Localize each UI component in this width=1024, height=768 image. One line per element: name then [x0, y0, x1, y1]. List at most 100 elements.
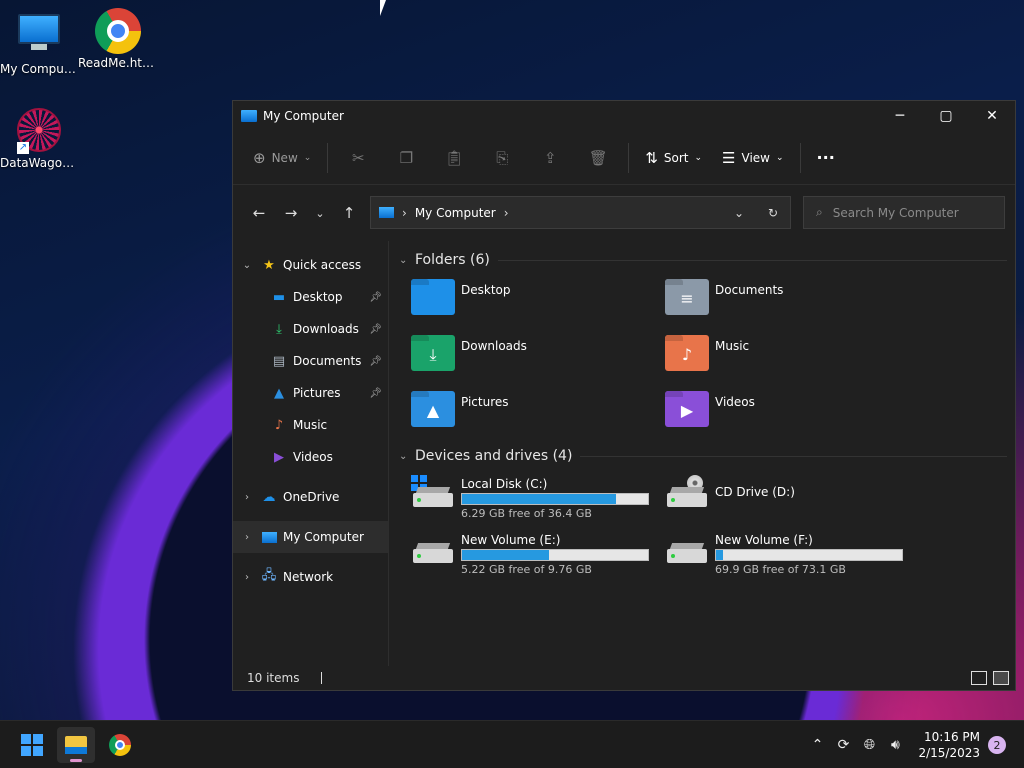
notification-badge[interactable]: 2	[988, 736, 1006, 754]
trash-icon: 🗑︎	[588, 148, 608, 167]
monitor-icon	[379, 207, 394, 218]
folder-item-videos[interactable]: ▶ Videos	[665, 391, 919, 435]
drive-item-e[interactable]: New Volume (E:) 5.22 GB free of 9.76 GB	[411, 531, 665, 576]
monitor-icon	[17, 14, 61, 58]
folder-name: Videos	[715, 395, 755, 409]
chevron-down-icon: ⌄	[399, 254, 408, 266]
sidebar-item-downloads[interactable]: ⤓ Downloads 📌︎	[233, 313, 388, 345]
breadcrumb[interactable]: My Computer	[415, 206, 496, 220]
sidebar-item-label: OneDrive	[283, 490, 340, 504]
sidebar-item-network[interactable]: › 🖧︎ Network	[233, 561, 388, 593]
address-bar[interactable]: › My Computer › ⌄ ↻	[370, 196, 791, 229]
refresh-button[interactable]: ↻	[756, 206, 790, 220]
clock[interactable]: 10:16 PM 2/15/2023	[918, 729, 980, 761]
chevron-down-icon[interactable]: ⌄	[233, 260, 261, 271]
show-hidden-icons-button[interactable]: ⌃	[804, 737, 830, 753]
sidebar-item-documents[interactable]: ▤ Documents 📌︎	[233, 345, 388, 377]
desktop-icon-my-computer[interactable]: My Computer	[0, 10, 78, 76]
clock-date: 2/15/2023	[918, 746, 980, 760]
address-dropdown-button[interactable]: ⌄	[722, 206, 756, 220]
pin-icon: 📌︎	[369, 291, 382, 303]
new-button[interactable]: ⊕ New ⌄	[243, 142, 321, 174]
sync-icon[interactable]: ⟳	[830, 737, 856, 753]
taskbar-file-explorer[interactable]	[57, 727, 95, 763]
view-button[interactable]: ☰ View ⌄	[712, 142, 793, 174]
new-label: New	[271, 150, 298, 165]
sidebar-item-my-computer[interactable]: › My Computer	[233, 521, 388, 553]
chevron-down-icon: ⌄	[303, 152, 312, 163]
taskbar: ⌃ ⟳ 🌐︎ 🔊︎ 10:16 PM 2/15/2023 2	[0, 720, 1024, 768]
delete-button[interactable]: 🗑︎	[574, 142, 622, 174]
back-button[interactable]: ←	[243, 198, 275, 228]
clock-time: 10:16 PM	[924, 730, 980, 744]
share-icon: ⇪	[544, 148, 557, 167]
drive-item-c[interactable]: Local Disk (C:) 6.29 GB free of 36.4 GB	[411, 475, 665, 520]
folder-documents-icon: ≡	[665, 279, 709, 315]
chevron-down-icon: ⌄	[315, 206, 325, 220]
view-label: View	[741, 150, 770, 165]
drive-usage-bar	[715, 549, 903, 561]
windows-logo-icon	[21, 734, 43, 756]
folder-item-desktop[interactable]: Desktop	[411, 279, 665, 323]
group-title: Devices and drives (4)	[415, 448, 573, 464]
sidebar-item-videos[interactable]: ▶ Videos	[233, 441, 388, 473]
maximize-button[interactable]: ▢	[923, 101, 969, 131]
sidebar-item-label: Documents	[293, 354, 362, 368]
folder-item-downloads[interactable]: ⤓ Downloads	[411, 335, 665, 379]
more-options-button[interactable]: ···	[807, 142, 845, 174]
sidebar-item-pictures[interactable]: ▲ Pictures 📌︎	[233, 377, 388, 409]
recent-locations-button[interactable]: ⌄	[307, 198, 333, 228]
share-button[interactable]: ⇪	[526, 142, 574, 174]
minimize-button[interactable]: ─	[877, 101, 923, 131]
search-box[interactable]: ⌕	[803, 196, 1005, 229]
close-button[interactable]: ✕	[969, 101, 1015, 131]
file-explorer-icon	[65, 736, 87, 754]
chevron-right-icon[interactable]: ›	[233, 572, 261, 583]
folder-desktop-icon	[411, 279, 455, 315]
music-icon: ♪	[274, 417, 284, 433]
chevron-down-icon: ⌄	[694, 152, 703, 163]
search-input[interactable]	[832, 205, 993, 220]
desktop-icon-label: ReadMe.html	[78, 56, 156, 70]
drive-item-d[interactable]: CD Drive (D:)	[665, 475, 919, 519]
copy-button[interactable]: ❐	[382, 142, 430, 174]
title-bar[interactable]: My Computer ─ ▢ ✕	[233, 101, 1015, 131]
chevron-right-icon[interactable]: ›	[233, 532, 261, 543]
drives-group-header[interactable]: ⌄ Devices and drives (4)	[399, 445, 1007, 467]
desktop-icon-datawagon[interactable]: ↗ DataWagon...	[0, 108, 78, 170]
drive-item-f[interactable]: New Volume (F:) 69.9 GB free of 73.1 GB	[665, 531, 919, 576]
monitor-icon	[261, 529, 277, 545]
sidebar-item-label: Pictures	[293, 386, 341, 400]
chrome-icon	[95, 8, 141, 54]
item-count: 10 items	[247, 671, 300, 685]
sidebar-item-quick-access[interactable]: ⌄ ★ Quick access	[233, 249, 388, 281]
drive-name: New Volume (E:)	[461, 533, 561, 547]
taskbar-chrome[interactable]	[101, 727, 139, 763]
chevron-right-icon[interactable]: ›	[233, 492, 261, 503]
start-button[interactable]	[13, 727, 51, 763]
rename-button[interactable]: ⎘	[478, 142, 526, 174]
desktop-icon-label: My Computer	[0, 62, 78, 76]
details-view-button[interactable]	[971, 671, 987, 685]
group-divider	[497, 259, 1007, 261]
cut-button[interactable]: ✂	[334, 142, 382, 174]
large-icons-view-button[interactable]	[993, 671, 1009, 685]
volume-icon[interactable]: 🔊︎	[882, 737, 908, 753]
folder-videos-icon: ▶	[665, 391, 709, 427]
sidebar-item-desktop[interactable]: ▬ Desktop 📌︎	[233, 281, 388, 313]
folder-item-pictures[interactable]: ▲ Pictures	[411, 391, 665, 435]
drive-usage-fill	[462, 494, 617, 504]
chevron-right-icon[interactable]: ›	[504, 206, 509, 220]
paste-button[interactable]: 📋︎	[430, 142, 478, 174]
sidebar-item-onedrive[interactable]: › ☁ OneDrive	[233, 481, 388, 513]
folders-group-header[interactable]: ⌄ Folders (6)	[399, 249, 1007, 271]
desktop-icon-readme[interactable]: ReadMe.html	[78, 8, 156, 70]
folder-item-music[interactable]: ♪ Music	[665, 335, 919, 379]
up-button[interactable]: ↑	[333, 198, 365, 228]
network-globe-icon[interactable]: 🌐︎	[856, 737, 882, 753]
folder-item-documents[interactable]: ≡ Documents	[665, 279, 919, 323]
sidebar-item-music[interactable]: ♪ Music	[233, 409, 388, 441]
sort-button[interactable]: ⇅ Sort ⌄	[635, 142, 712, 174]
documents-icon: ▤	[272, 353, 286, 369]
forward-button[interactable]: →	[275, 198, 307, 228]
